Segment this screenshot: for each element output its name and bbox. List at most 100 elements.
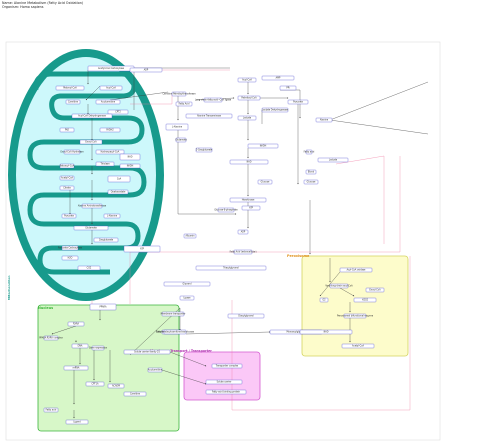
pathway-node-cyto-10[interactable]: Alanine Transaminase xyxy=(185,113,233,119)
pathway-node-right-2[interactable]: Fatty acid xyxy=(304,149,315,155)
pathway-node-cyto-16[interactable]: NAD xyxy=(229,159,269,165)
pathway-node-mid-5[interactable]: Carnitine xyxy=(123,391,147,397)
node-label: NAD xyxy=(247,161,252,164)
pathway-node-cyto-9[interactable]: L-Alanine xyxy=(165,123,189,131)
pathway-node-mito-g[interactable]: FAD xyxy=(59,127,75,133)
node-label: Pyruvate xyxy=(64,215,74,218)
pathway-node-nuc-9[interactable]: Fatty acid xyxy=(43,407,59,413)
pathway-node-perox-6[interactable]: Peroxisomal bifunctional enzyme xyxy=(337,313,374,319)
pathway-node-perox-2[interactable]: Very-long-chain acyl-CoA xyxy=(325,283,353,289)
pathway-node-mito-o[interactable]: Thiolase xyxy=(95,161,115,167)
pathway-node-cyto-23[interactable]: Glycerol xyxy=(163,281,211,287)
pathway-node-mito-z[interactable]: H2O xyxy=(61,255,79,261)
pathway-node-mito-y[interactable]: Pyruvate Carboxylase xyxy=(58,245,83,251)
pathway-node-nuc-8[interactable]: ACADM xyxy=(107,383,125,389)
pathway-node-mito-f[interactable]: Acyl-CoA Dehydrogenase xyxy=(71,113,113,119)
pathway-node-mito-i[interactable]: Enoyl-CoA xyxy=(79,139,103,145)
pathway-node-mito-u[interactable]: Pyruvate xyxy=(61,213,77,219)
pathway-node-cyto-2[interactable]: Fatty Acid xyxy=(175,101,193,107)
pathway-node-mito-r[interactable]: Citrate xyxy=(59,185,75,191)
pathway-node-mid-4[interactable]: Acylcarnitine xyxy=(147,367,163,373)
pathway-node-cyto-7[interactable]: PPi xyxy=(279,85,297,91)
pathway-node-nuc-7[interactable]: CPT1A xyxy=(85,381,105,387)
pathway-node-cyto-5[interactable]: Acyl-CoA xyxy=(237,77,257,83)
node-label: Alanine xyxy=(320,119,329,122)
pathway-node-cyto-21[interactable]: ADP xyxy=(237,229,249,235)
pathway-node-mito-t[interactable]: Alanine Aminotransferase xyxy=(78,203,107,209)
pathway-node-cyto-22[interactable]: Triacylglycerol xyxy=(195,265,267,271)
pathway-node-mito-l[interactable]: NAD xyxy=(119,153,141,161)
pathway-node-mito-m[interactable]: NADH xyxy=(119,163,141,169)
node-label: PPARA xyxy=(100,306,107,309)
mitochondrion-label: Mitochondrion xyxy=(7,276,11,300)
pathway-node-mito-e[interactable]: CPT2 xyxy=(107,109,129,115)
pathway-node-right-3[interactable]: Lactate xyxy=(317,157,349,163)
node-label: Thiolase xyxy=(100,163,110,166)
pathway-node-mito-top[interactable]: Acetyl-CoA Carboxylase xyxy=(87,65,135,72)
pathway-node-cyto-19[interactable]: Glucose-6-phosphate xyxy=(214,207,238,213)
node-label: Glutamate xyxy=(85,227,97,230)
pathway-node-nuc-3[interactable]: PPARA:RXRA complex xyxy=(39,335,63,341)
pathway-node-nuc-2[interactable]: RXRA xyxy=(67,321,85,327)
pathway-node-mito-q[interactable]: CoA xyxy=(107,175,131,183)
pathway-node-right-4[interactable]: Blood xyxy=(305,169,317,175)
pathway-node-nuc-6[interactable]: mRNA xyxy=(63,365,89,371)
pathway-node-perox-3[interactable]: O2 xyxy=(319,297,329,303)
pathway-node-cyto-28[interactable]: Albumin xyxy=(183,233,197,239)
pathway-node-cyto-14[interactable]: Lactate Dehydrogenase xyxy=(261,107,289,113)
pathway-node-mag-1[interactable]: Transporter complex xyxy=(211,363,243,369)
pathway-node-perox-1[interactable]: Acyl-CoA oxidase xyxy=(339,267,373,273)
pathway-node-cyto-1[interactable]: Carnitine Palmitoyltransferase xyxy=(162,91,196,97)
pathway-node-mito-aa[interactable]: CO2 xyxy=(77,265,101,271)
pathway-node-mito-c[interactable]: Carnitine xyxy=(65,99,81,105)
pathway-node-cyto-20[interactable]: ATP xyxy=(241,205,261,211)
node-label: Carnitine xyxy=(130,393,141,396)
pathway-node-mito-a[interactable]: Malonyl-CoA xyxy=(55,85,85,91)
pathway-node-mito-x[interactable]: Oxoglutarate xyxy=(93,237,119,243)
pathway-node-mag-2[interactable]: Solute carrier xyxy=(205,379,243,385)
pathway-node-mito-p[interactable]: Acetyl-CoA xyxy=(59,175,75,181)
pathway-node-mito-v[interactable]: L-Alanine xyxy=(103,213,121,219)
pathway-node-cyto-6[interactable]: AMP xyxy=(261,75,295,81)
pathway-node-perox-5[interactable]: Enoyl-CoA xyxy=(365,287,385,293)
pathway-node-perox-4[interactable]: H2O2 xyxy=(353,297,377,303)
pathway-node-mito-n[interactable]: Ketoacyl-CoA xyxy=(60,163,75,169)
pathway-node-right-5[interactable]: Glucose xyxy=(303,179,319,185)
pathway-node-right-1[interactable]: Alanine xyxy=(315,117,333,123)
pathway-node-mito-b[interactable]: Acyl-CoA xyxy=(99,85,123,91)
pathway-node-mag-3[interactable]: Fatty acid binding protein xyxy=(205,389,247,395)
pathway-node-mito-ac[interactable]: ADP xyxy=(129,67,163,73)
pathway-node-mid-1[interactable]: Membrane transporter xyxy=(161,311,186,317)
pathway-node-nuc-10[interactable]: Ligand xyxy=(65,419,89,425)
pathway-node-mid-3[interactable]: Solute carrier family 25 xyxy=(123,349,171,355)
pathway-node-mito-j[interactable]: Enoyl-CoA Hydratase xyxy=(60,149,84,155)
pathway-node-perox-7[interactable]: Acetyl-CoA xyxy=(341,343,375,349)
pathway-node-mito-ab[interactable]: ATP xyxy=(123,245,161,253)
node-label: Lactate xyxy=(243,117,252,120)
pathway-node-nuc-1[interactable]: PPARA xyxy=(89,303,117,311)
pathway-node-cyto-4[interactable]: Palmitoyl-CoA xyxy=(237,95,261,101)
pathway-node-mito-w[interactable]: Glutamate xyxy=(73,225,109,231)
node-label: L-Alanine xyxy=(107,215,118,218)
pathway-node-cyto-29[interactable]: Fatty Acid (extracellular) xyxy=(230,249,257,255)
pathway-node-cyto-13[interactable]: Lactate xyxy=(237,115,257,121)
pathway-node-cyto-24[interactable]: Lipase xyxy=(179,295,195,301)
pathway-node-mid-2[interactable]: Carnitine/acylcarnitine translocase xyxy=(156,329,195,335)
pathway-node-cyto-11[interactable]: Glutamate xyxy=(175,137,187,143)
pathway-node-nuc-4[interactable]: DNA xyxy=(71,343,89,349)
pathway-node-mito-h[interactable]: FADH2 xyxy=(99,127,121,133)
node-label: Glucose xyxy=(261,181,270,184)
pathway-node-cyto-17[interactable]: Glucose xyxy=(257,179,273,185)
pathway-node-mito-s[interactable]: Oxaloacetate xyxy=(107,189,129,195)
pathway-node-cyto-8[interactable]: Pyruvate xyxy=(287,99,309,105)
node-label: Fatty acid xyxy=(304,151,315,154)
pathway-node-mito-k[interactable]: Hydroxyacyl-CoA xyxy=(95,149,125,155)
pathway-node-cyto-3[interactable]: Long-chain-fatty-acid--CoA ligase xyxy=(195,97,232,103)
pathway-node-nuc-5[interactable]: Gene expression xyxy=(89,345,108,351)
pathway-node-cyto-25[interactable]: Diacylglycerol xyxy=(227,313,265,319)
pathway-node-cyto-18[interactable]: Hexokinase xyxy=(229,197,267,203)
pathway-node-cyto-12[interactable]: 2-Oxoglutarate xyxy=(196,147,213,153)
pathway-node-mito-d[interactable]: Acylcarnitine xyxy=(95,99,121,105)
pathway-node-perox-8[interactable]: NAD xyxy=(299,329,353,335)
pathway-node-cyto-15[interactable]: NADH xyxy=(247,143,279,149)
